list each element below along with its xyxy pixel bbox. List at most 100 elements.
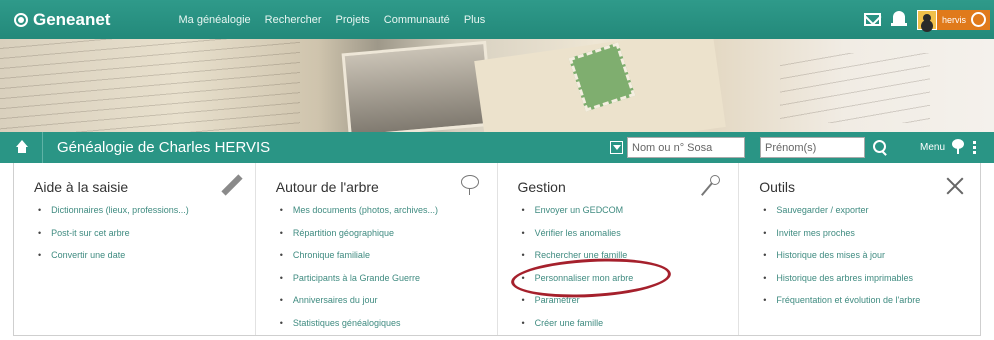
menu-item-documents[interactable]: • Mes documents (photos, archives...) [280, 205, 497, 228]
menu-item-label: Statistiques généalogiques [293, 318, 401, 328]
menu-item-statistiques[interactable]: • Statistiques généalogiques [280, 318, 497, 340]
bullet: • [522, 250, 525, 260]
menu-item-historique-maj[interactable]: • Historique des mises à jour [763, 250, 980, 273]
menu-item-inviter[interactable]: • Inviter mes proches [763, 228, 980, 251]
genealogy-toolbar: Généalogie de Charles HERVIS Menu [0, 132, 994, 163]
menu-item-label: Paramétrer [535, 295, 580, 305]
header-banner-image [0, 39, 994, 132]
bullet: • [763, 295, 766, 305]
menu-column-aide: Aide à la saisie •Dictionnaires (lieux, … [14, 163, 256, 335]
menu-item-anomalies[interactable]: • Vérifier les anomalies [522, 228, 739, 251]
bullet: • [280, 205, 283, 215]
menu-item-rechercher-famille[interactable]: • Rechercher une famille [522, 250, 739, 273]
bullet: • [763, 205, 766, 215]
top-navigation: Geneanet Ma généalogie Rechercher Projet… [0, 0, 994, 39]
more-dots-icon [973, 141, 976, 154]
bullet: • [280, 250, 283, 260]
bullet: • [280, 273, 283, 283]
menu-item-dictionnaires[interactable]: • Dictionnaires (lieux, professions...) [38, 205, 255, 228]
nav-plus[interactable]: Plus [464, 14, 485, 26]
geneanet-logo[interactable]: Geneanet [14, 10, 110, 30]
menu-item-label: Mes documents (photos, archives...) [293, 205, 438, 215]
menu-item-label: Fréquentation et évolution de l'arbre [776, 295, 920, 305]
mail-icon[interactable] [864, 13, 881, 26]
bullet: • [280, 318, 283, 328]
nav-rechercher[interactable]: Rechercher [265, 14, 322, 26]
bullet: • [763, 273, 766, 283]
brand-name: Geneanet [33, 10, 110, 30]
bullet: • [280, 295, 283, 305]
menu-item-creer-famille[interactable]: • Créer une famille [522, 318, 739, 340]
menu-item-label: Envoyer un GEDCOM [535, 205, 624, 215]
nav-ma-genealogie[interactable]: Ma généalogie [178, 14, 250, 26]
menu-item-label: Anniversaires du jour [293, 295, 378, 305]
tools-icon [944, 175, 966, 197]
menu-item-frequentation[interactable]: • Fréquentation et évolution de l'arbre [763, 295, 980, 318]
menu-item-label: Dictionnaires (lieux, professions...) [51, 205, 189, 215]
menu-item-chronique[interactable]: • Chronique familiale [280, 250, 497, 273]
menu-item-label: Convertir une date [51, 250, 125, 260]
avatar [917, 10, 937, 30]
menu-item-label: Post-it sur cet arbre [51, 228, 130, 238]
menu-item-gedcom[interactable]: • Envoyer un GEDCOM [522, 205, 739, 228]
menu-item-post-it[interactable]: • Post-it sur cet arbre [38, 228, 255, 251]
bullet: • [522, 273, 525, 283]
menu-item-label: Inviter mes proches [776, 228, 855, 238]
logout-power-icon[interactable] [971, 12, 986, 27]
menu-item-label: Historique des mises à jour [776, 250, 885, 260]
search-icon[interactable] [872, 139, 890, 157]
home-icon[interactable] [14, 140, 30, 156]
menu-item-label: Rechercher une famille [535, 250, 628, 260]
menu-item-label: Chronique familiale [293, 250, 370, 260]
bullet: • [763, 228, 766, 238]
menu-item-parametrer[interactable]: • Paramétrer [522, 295, 739, 318]
menu-item-label: Répartition géographique [293, 228, 394, 238]
bullet: • [38, 228, 41, 238]
menu-item-label: Vérifier les anomalies [535, 228, 621, 238]
key-icon [700, 175, 720, 197]
banner-handwriting [780, 53, 930, 123]
bullet: • [280, 228, 283, 238]
menu-column-outils: Outils •Sauvegarder / exporter •Inviter … [739, 163, 980, 335]
bullet: • [522, 228, 525, 238]
user-menu[interactable]: hervis [917, 10, 990, 30]
menu-item-personnaliser[interactable]: • Personnaliser mon arbre [522, 273, 739, 296]
banner-book-pages [0, 39, 300, 132]
bullet: • [522, 205, 525, 215]
tree-search [610, 137, 890, 158]
main-nav: Ma généalogie Rechercher Projets Communa… [178, 14, 485, 26]
banner-old-photo [342, 41, 494, 132]
menu-column-gestion: Gestion •Envoyer un GEDCOM •Vérifier les… [498, 163, 740, 335]
sosa-name-input[interactable] [627, 137, 745, 158]
toolbar-divider [42, 132, 43, 163]
user-name: hervis [942, 15, 966, 25]
menu-column-autour: Autour de l'arbre •Mes documents (photos… [256, 163, 498, 335]
bullet: • [38, 205, 41, 215]
menu-item-historique-arbres[interactable]: • Historique des arbres imprimables [763, 273, 980, 296]
search-options-dropdown-icon[interactable] [610, 141, 623, 154]
menu-item-label: Sauvegarder / exporter [776, 205, 868, 215]
menu-item-anniversaires[interactable]: • Anniversaires du jour [280, 295, 497, 318]
menu-item-label: Créer une famille [535, 318, 604, 328]
tree-menu-panel: Aide à la saisie •Dictionnaires (lieux, … [13, 163, 981, 336]
menu-item-label: Historique des arbres imprimables [776, 273, 913, 283]
bullet: • [763, 250, 766, 260]
tree-menu-toggle[interactable]: Menu [920, 139, 976, 155]
menu-item-label: Personnaliser mon arbre [535, 273, 634, 283]
top-right-actions: hervis [864, 0, 994, 39]
notification-bell-icon[interactable] [891, 11, 907, 29]
menu-item-sauvegarder[interactable]: • Sauvegarder / exporter [763, 205, 980, 228]
bullet: • [522, 318, 525, 328]
geneanet-logo-icon [14, 13, 28, 27]
menu-item-grande-guerre[interactable]: • Participants à la Grande Guerre [280, 273, 497, 296]
bullet: • [522, 295, 525, 305]
nav-projets[interactable]: Projets [336, 14, 370, 26]
tree-title[interactable]: Généalogie de Charles HERVIS [57, 139, 270, 156]
nav-communaute[interactable]: Communauté [384, 14, 450, 26]
menu-item-repartition[interactable]: • Répartition géographique [280, 228, 497, 251]
menu-item-convertir-date[interactable]: • Convertir une date [38, 250, 255, 273]
firstname-input[interactable] [760, 137, 865, 158]
bullet: • [38, 250, 41, 260]
menu-item-label: Participants à la Grande Guerre [293, 273, 420, 283]
menu-label: Menu [920, 142, 945, 153]
